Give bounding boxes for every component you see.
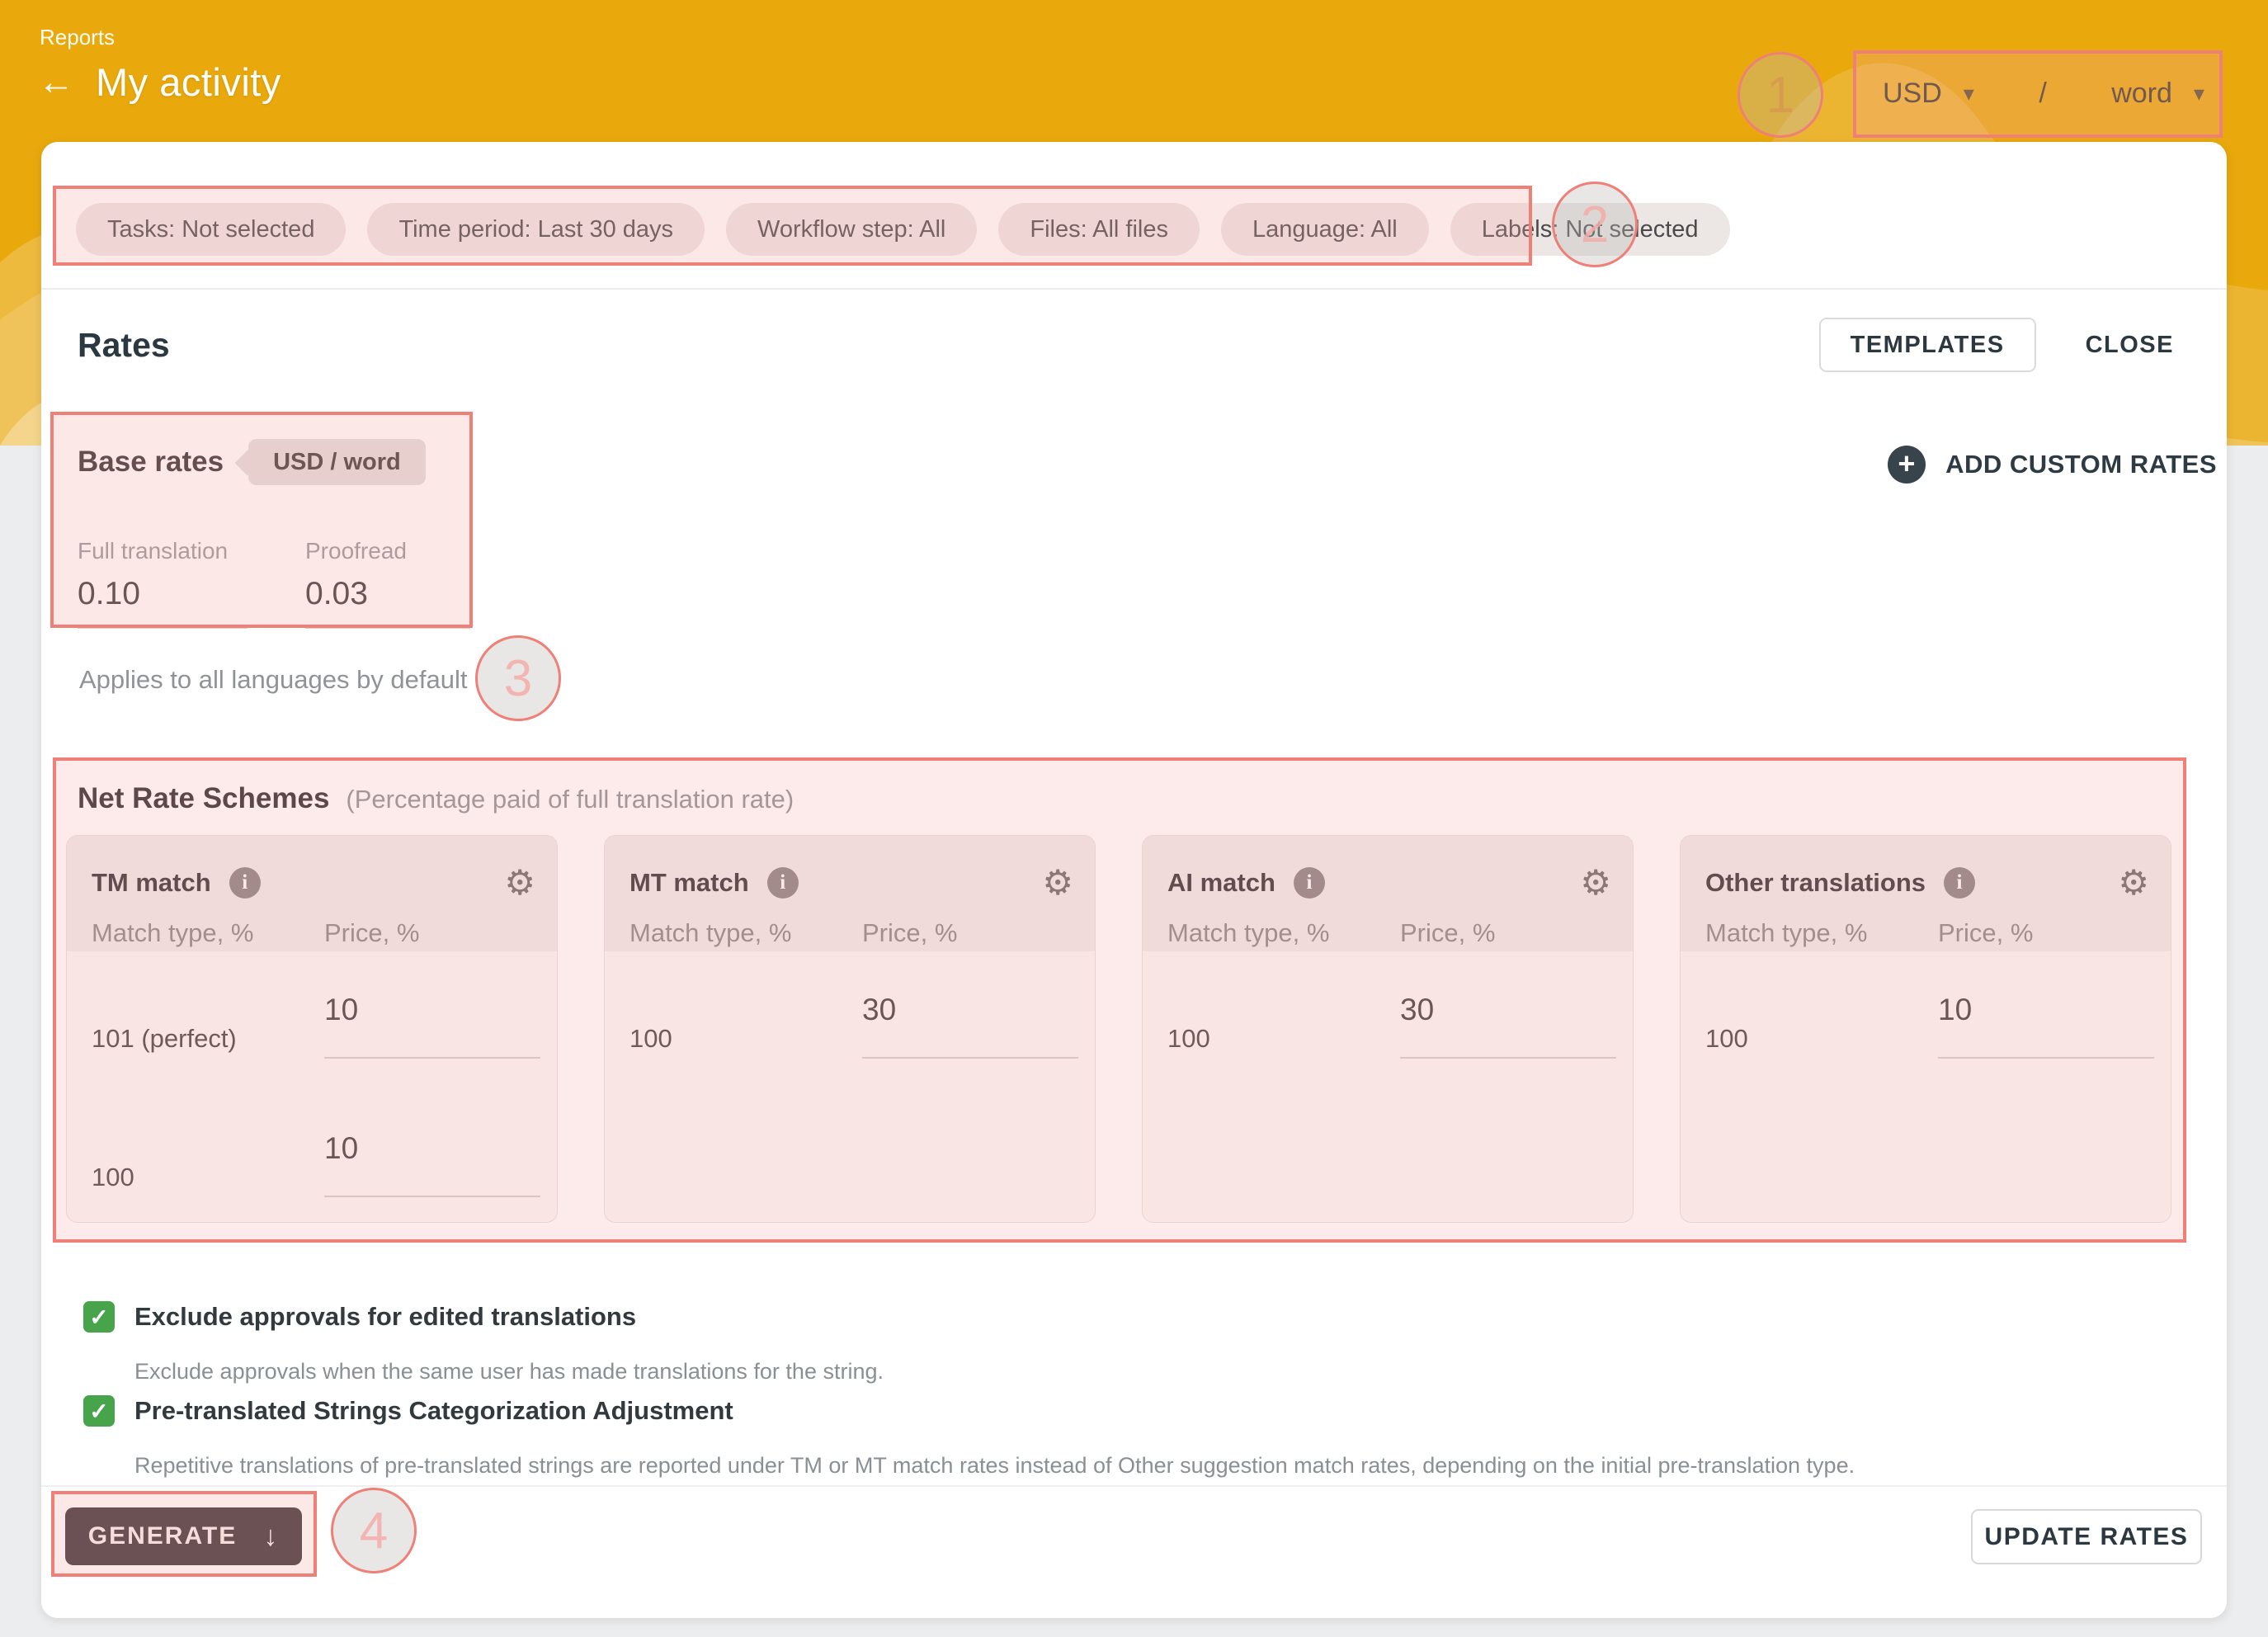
match-type-column-header: Match type, % — [92, 918, 253, 948]
chevron-down-icon: ▾ — [1964, 81, 1974, 106]
chevron-down-icon: ▾ — [2194, 81, 2204, 106]
info-icon[interactable]: i — [1944, 867, 1975, 899]
add-custom-rates-label: ADD CUSTOM RATES — [1945, 450, 2217, 479]
price-column-header: Price, % — [862, 918, 957, 948]
unit-value: word — [2111, 78, 2172, 110]
add-custom-rates-button[interactable]: + ADD CUSTOM RATES — [1888, 446, 2217, 484]
breadcrumb[interactable]: Reports — [40, 25, 115, 50]
checkbox-checked-icon[interactable]: ✓ — [83, 1301, 115, 1333]
templates-button[interactable]: TEMPLATES — [1819, 318, 2036, 372]
match-type-column-header: Match type, % — [1167, 918, 1329, 948]
rate-row: 100 10 — [1705, 993, 2151, 1064]
rate-row: 100 30 — [1167, 993, 1613, 1064]
info-icon[interactable]: i — [229, 867, 261, 899]
option-description: Exclude approvals when the same user has… — [134, 1359, 884, 1385]
rate-row: 101 (perfect) 10 — [92, 993, 537, 1064]
filter-chip-labels[interactable]: Labels: Not selected — [1450, 203, 1730, 256]
generate-button-label: GENERATE — [88, 1522, 237, 1550]
checkbox-checked-icon[interactable]: ✓ — [83, 1395, 115, 1427]
base-rates-unit-chip: USD / word — [248, 439, 426, 485]
rate-card-mt-match: MT match i ⚙ Match type, % Price, % 100 … — [604, 835, 1096, 1223]
rate-card-title: MT match — [629, 868, 749, 898]
price-input[interactable]: 10 — [1938, 993, 2154, 1059]
rate-card-tm-match: TM match i ⚙ Match type, % Price, % 101 … — [66, 835, 558, 1223]
base-rates-section: Base rates USD / word Full translation 0… — [78, 439, 470, 629]
match-type-column-header: Match type, % — [1705, 918, 1867, 948]
price-input[interactable]: 10 — [324, 993, 540, 1059]
currency-dropdown[interactable]: USD ▾ — [1883, 78, 1974, 110]
rate-card-header: MT match i ⚙ Match type, % Price, % — [605, 836, 1095, 951]
price-column-header: Price, % — [324, 918, 419, 948]
filter-chip-time-period[interactable]: Time period: Last 30 days — [367, 203, 705, 256]
price-input[interactable]: 30 — [1400, 993, 1616, 1059]
option-description: Repetitive translations of pre-translate… — [134, 1453, 1855, 1479]
filter-chip-tasks[interactable]: Tasks: Not selected — [76, 203, 346, 256]
rates-section-title: Rates — [78, 326, 1819, 365]
rate-row: 100 30 — [629, 993, 1075, 1064]
price-column-header: Price, % — [1400, 918, 1495, 948]
download-arrow-icon: ↓ — [263, 1521, 279, 1553]
filter-chip-workflow-step[interactable]: Workflow step: All — [726, 203, 977, 256]
full-translation-label: Full translation — [78, 538, 248, 564]
rate-card-title: Other translations — [1705, 868, 1926, 898]
price-input[interactable]: 10 — [324, 1131, 540, 1197]
match-type-value: 100 — [1167, 1024, 1210, 1054]
base-rates-note: Applies to all languages by default — [79, 665, 468, 695]
filter-chip-language[interactable]: Language: All — [1221, 203, 1429, 256]
plus-icon: + — [1888, 446, 1926, 484]
unit-separator: / — [2039, 78, 2046, 110]
gear-icon[interactable]: ⚙ — [504, 862, 535, 903]
base-rates-title: Base rates — [78, 446, 224, 479]
filter-chip-files[interactable]: Files: All files — [998, 203, 1200, 256]
generate-button[interactable]: GENERATE ↓ — [65, 1507, 302, 1565]
full-translation-input[interactable]: 0.10 — [78, 576, 248, 629]
update-rates-button[interactable]: UPDATE RATES — [1971, 1509, 2202, 1564]
gear-icon[interactable]: ⚙ — [2118, 862, 2149, 903]
gear-icon[interactable]: ⚙ — [1580, 862, 1611, 903]
option-label[interactable]: Exclude approvals for edited translation… — [134, 1301, 884, 1333]
report-unit-selector: USD ▾ / word ▾ — [1883, 64, 2204, 122]
info-icon[interactable]: i — [1294, 867, 1325, 899]
rate-card-header: AI match i ⚙ Match type, % Price, % — [1143, 836, 1633, 951]
rate-card-other-translations: Other translations i ⚙ Match type, % Pri… — [1680, 835, 2171, 1223]
rate-row: 100 10 — [92, 1131, 537, 1202]
divider — [41, 1485, 2227, 1487]
option-exclude-approvals: ✓ Exclude approvals for edited translati… — [83, 1301, 884, 1385]
match-type-value: 100 — [92, 1163, 134, 1192]
net-rate-schemes-title: Net Rate Schemes — [78, 782, 329, 815]
match-type-value: 101 (perfect) — [92, 1024, 237, 1054]
back-arrow-icon[interactable]: ← — [38, 64, 74, 101]
match-type-value: 100 — [1705, 1024, 1748, 1054]
currency-value: USD — [1883, 78, 1942, 110]
info-icon[interactable]: i — [767, 867, 799, 899]
rate-card-title: TM match — [92, 868, 211, 898]
divider — [41, 288, 2227, 290]
match-type-value: 100 — [629, 1024, 672, 1054]
net-rate-schemes-section: Net Rate Schemes (Percentage paid of ful… — [53, 757, 2186, 1243]
gear-icon[interactable]: ⚙ — [1042, 862, 1073, 903]
match-type-column-header: Match type, % — [629, 918, 791, 948]
net-rate-schemes-subtitle: (Percentage paid of full translation rat… — [346, 785, 794, 814]
proofread-input[interactable]: 0.03 — [305, 576, 470, 629]
page-title: My activity — [96, 59, 281, 105]
option-label[interactable]: Pre-translated Strings Categorization Ad… — [134, 1395, 1855, 1427]
price-column-header: Price, % — [1938, 918, 2033, 948]
option-pretranslated-adjustment: ✓ Pre-translated Strings Categorization … — [83, 1395, 1855, 1479]
price-input[interactable]: 30 — [862, 993, 1078, 1059]
filter-chips-row: Tasks: Not selected Time period: Last 30… — [76, 203, 1730, 256]
close-button[interactable]: CLOSE — [2058, 318, 2202, 372]
unit-dropdown[interactable]: word ▾ — [2111, 78, 2204, 110]
rate-card-ai-match: AI match i ⚙ Match type, % Price, % 100 … — [1142, 835, 1634, 1223]
rate-card-header: Other translations i ⚙ Match type, % Pri… — [1681, 836, 2171, 951]
rate-card-header: TM match i ⚙ Match type, % Price, % — [67, 836, 557, 951]
rate-card-title: AI match — [1167, 868, 1275, 898]
proofread-label: Proofread — [305, 538, 470, 564]
